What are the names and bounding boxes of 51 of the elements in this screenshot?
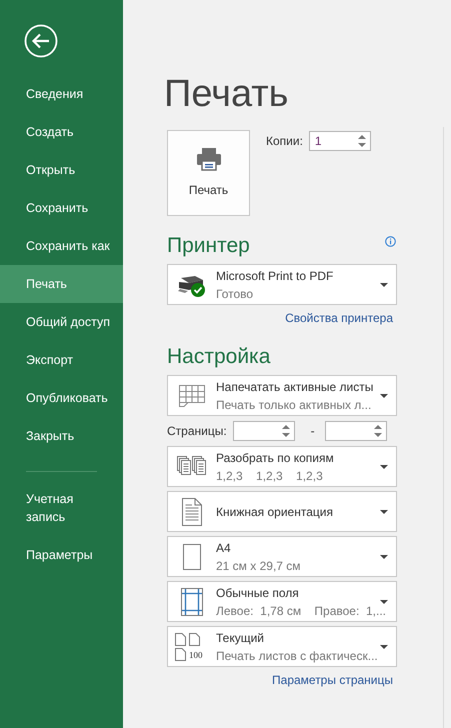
copies-field[interactable]: 1 [308,131,371,151]
sidebar-item[interactable]: Учетная запись [0,480,100,536]
caret-icon [380,510,388,514]
info-icon[interactable] [385,236,396,247]
sidebar-item[interactable]: Опубликовать [0,379,123,417]
page-from-field[interactable] [232,421,295,441]
sidebar-item[interactable]: Открыть [0,151,123,189]
sidebar-item[interactable]: Сведения [0,75,123,113]
caret-icon [380,282,388,286]
spinner-icon [374,424,382,438]
back-button[interactable] [24,24,58,58]
caret-icon [380,464,388,468]
settings-dropdown[interactable]: Разобрать по копиям 1,2,3 1,2,3 1,2,3 [167,446,397,487]
printer-icon [196,147,222,171]
stacked-pages-icon [177,456,207,478]
scale-label: 100 [189,650,202,660]
section-heading: Настройка [167,344,272,370]
page-margins-icon [181,588,203,616]
sidebar-item[interactable]: Сохранить как [0,227,123,265]
caret-icon [380,600,388,604]
settings-dropdown[interactable]: Напечатать активные листы Печать только активных л... [167,375,397,416]
copies-label: Копии: [266,134,303,148]
caret-icon [380,394,388,398]
spinner-icon [282,424,290,438]
sidebar-item[interactable]: Печать [0,265,123,303]
sidebar-item[interactable]: Общий доступ [0,303,123,341]
section-heading: Принтер [167,233,250,259]
printer-properties-link[interactable]: Свойства принтера [285,311,393,325]
sidebar-item[interactable]: Сохранить [0,189,123,227]
document-icon [182,498,202,526]
printer-dropdown[interactable]: Microsoft Print to PDF Готово [167,264,397,305]
sheet-grid-icon [178,384,206,408]
settings-dropdown[interactable]: Обычные поля Левое: 1,78 см Правое: 1,... [167,581,397,622]
settings-dropdown[interactable]: 100 Текущий Печать листов с фактическ... [167,626,397,667]
settings-dropdown[interactable]: A4 21 см x 29,7 см [167,536,397,577]
page-setup-link[interactable]: Параметры страницы [272,673,393,687]
sidebar-item[interactable]: Экспорт [0,341,123,379]
range-separator: - [310,424,315,438]
sidebar-item[interactable]: Создать [0,113,123,151]
pages-icon [175,632,203,660]
page-title: Печать [164,72,290,117]
caret-icon [380,644,388,648]
page-icon [183,544,201,570]
settings-dropdown[interactable]: Книжная ориентация [167,491,397,532]
page-to-field[interactable] [324,421,387,441]
spinner-icon [358,134,366,148]
print-button[interactable]: Печать [167,130,250,216]
pages-label: Страницы: [167,424,227,438]
sidebar-item[interactable]: Закрыть [0,417,123,455]
caret-icon [380,554,388,558]
sidebar-item[interactable]: Параметры [0,536,123,574]
